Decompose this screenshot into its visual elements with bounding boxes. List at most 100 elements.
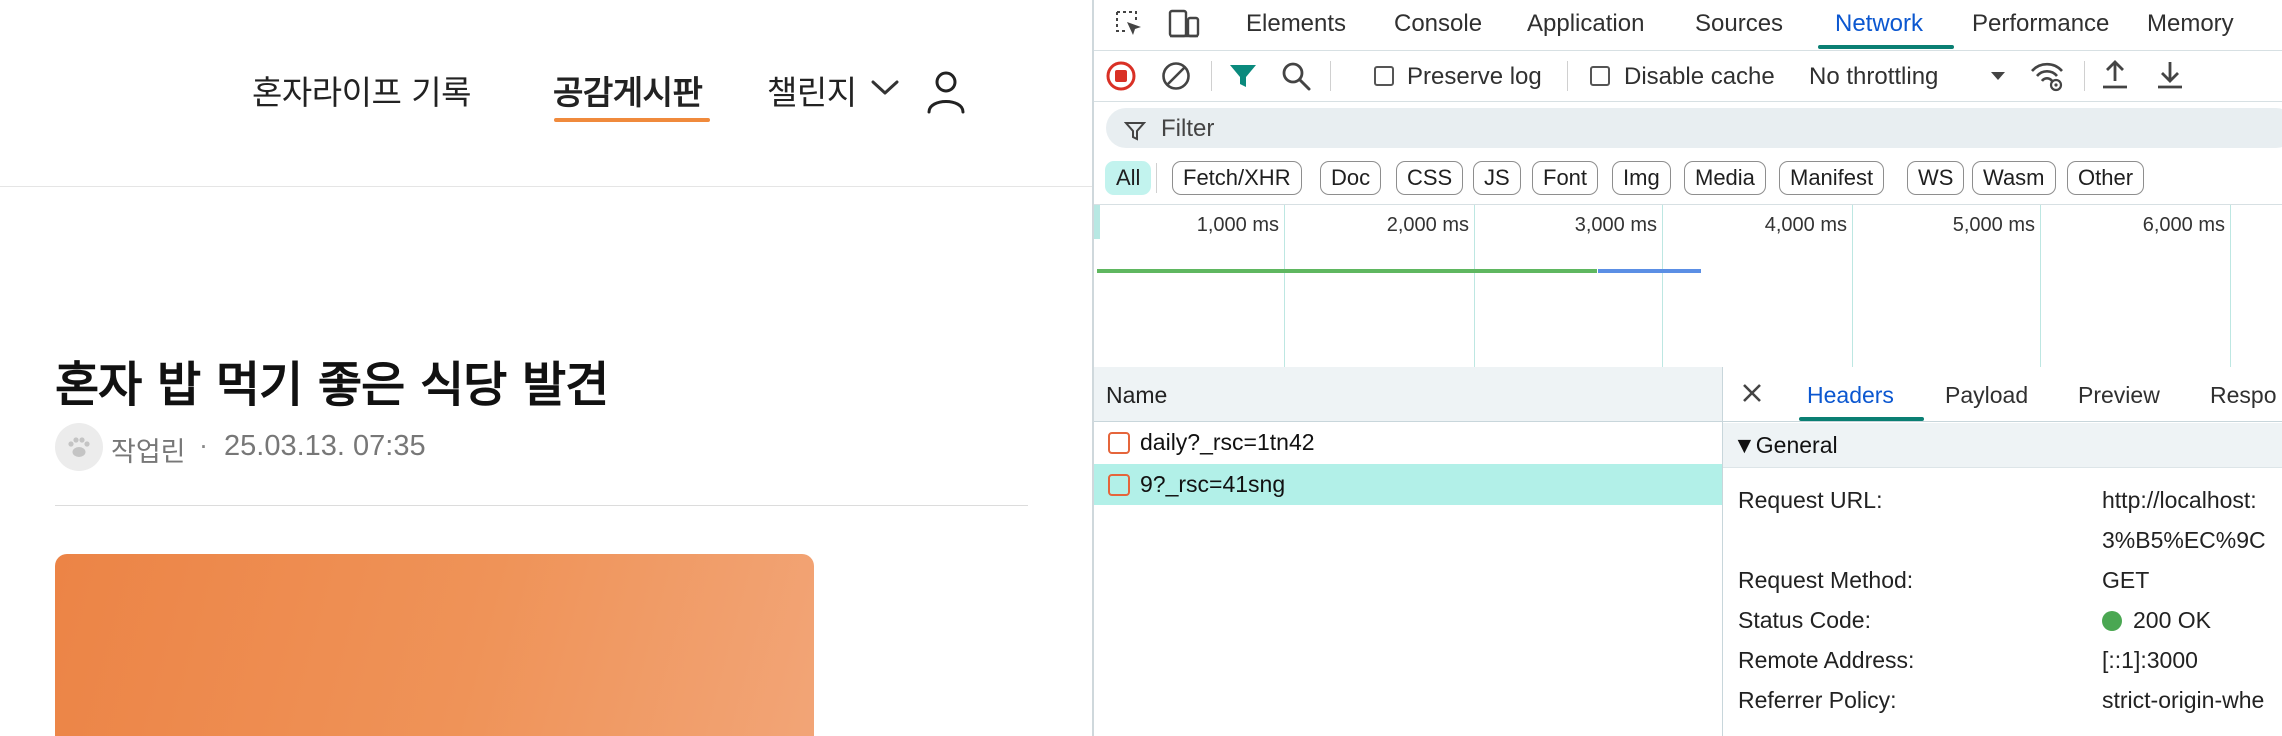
general-section-header[interactable]: ▼General	[1723, 423, 2282, 468]
document-request-icon	[1108, 432, 1130, 454]
clear-icon[interactable]	[1159, 59, 1193, 93]
throttling-select[interactable]: No throttling	[1809, 63, 1938, 91]
timeline-tick-label: 5,000 ms	[1952, 214, 2035, 236]
request-row-selected[interactable]: 9?_rsc=41sng	[1094, 464, 1722, 505]
timeline-tick-label: 4,000 ms	[1764, 214, 1847, 236]
filter-icon[interactable]	[1227, 60, 1259, 92]
timeline-waiting-bar	[1097, 269, 1597, 273]
nav-challenge-link[interactable]: 챌린지	[767, 66, 857, 114]
network-conditions-icon[interactable]	[2029, 59, 2065, 93]
remote-address-value: [::1]:3000	[2102, 647, 2198, 673]
timeline-range-handle[interactable]	[1094, 205, 1100, 239]
tab-response[interactable]: Respo	[2210, 382, 2276, 409]
request-row[interactable]: daily?_rsc=1tn42	[1094, 422, 1722, 463]
type-filter-other[interactable]: Other	[2067, 161, 2145, 195]
type-filter-js[interactable]: JS	[1473, 161, 1521, 195]
post-author: 작업린	[111, 437, 186, 468]
toolbar-separator	[1567, 61, 1568, 91]
timeline-gridline	[1852, 205, 1853, 367]
timeline-gridline	[1474, 205, 1475, 367]
timeline-tick-label: 1,000 ms	[1196, 214, 1279, 236]
type-filter-all[interactable]: All	[1105, 161, 1152, 195]
filter-funnel-icon	[1124, 122, 1146, 141]
tab-application[interactable]: Application	[1527, 10, 1644, 38]
paw-icon	[68, 437, 90, 457]
post-title: 혼자 밥 먹기 좋은 식당 발견	[55, 357, 609, 413]
details-tab-bar: Headers Payload Preview Respo	[1723, 367, 2282, 422]
status-code-label: Status Code:	[1738, 607, 1871, 633]
general-section-label: ▼General	[1733, 432, 1838, 458]
timeline-gridline	[2230, 205, 2231, 367]
tab-headers[interactable]: Headers	[1807, 382, 1894, 409]
preserve-log-label: Preserve log	[1407, 63, 1542, 90]
tab-sources[interactable]: Sources	[1695, 10, 1783, 38]
type-filter-fetch-xhr[interactable]: Fetch/XHR	[1172, 161, 1302, 195]
stop-recording-icon[interactable]	[1104, 59, 1138, 93]
request-url-label: Request URL:	[1738, 487, 1883, 513]
timeline-download-bar	[1598, 269, 1701, 273]
tab-preview[interactable]: Preview	[2078, 382, 2160, 409]
timeline-tick-label: 6,000 ms	[2142, 214, 2225, 236]
document-request-icon	[1108, 474, 1130, 496]
preserve-log-checkbox[interactable]	[1374, 66, 1394, 86]
search-icon[interactable]	[1280, 60, 1312, 92]
request-list-header[interactable]: Name	[1094, 367, 1722, 422]
request-name: 9?_rsc=41sng	[1140, 471, 1286, 497]
tab-memory[interactable]: Memory	[2147, 10, 2234, 38]
author-avatar	[55, 423, 103, 471]
disable-cache-checkbox[interactable]	[1590, 66, 1610, 86]
tab-elements[interactable]: Elements	[1246, 10, 1346, 38]
network-overview-timeline[interactable]: 1,000 ms 2,000 ms 3,000 ms 4,000 ms 5,00…	[1094, 204, 2282, 368]
details-active-tab-underline	[1799, 417, 1924, 421]
global-navigation: 혼자라이프 기록 공감게시판 챌린지	[0, 0, 1092, 187]
nav-record-link[interactable]: 혼자라이프 기록	[252, 66, 472, 114]
dropdown-caret-icon[interactable]	[1989, 69, 2007, 83]
type-filter-doc[interactable]: Doc	[1320, 161, 1382, 195]
name-column-header[interactable]: Name	[1106, 382, 1167, 409]
close-icon[interactable]	[1739, 380, 1765, 406]
tab-performance[interactable]: Performance	[1972, 10, 2109, 38]
nav-board-link[interactable]: 공감게시판	[553, 66, 703, 114]
type-filter-ws[interactable]: WS	[1907, 161, 1965, 195]
network-toolbar: Preserve log Disable cache No throttling	[1094, 51, 2282, 102]
post-divider	[55, 505, 1028, 506]
type-filter-wasm[interactable]: Wasm	[1972, 161, 2056, 195]
download-icon[interactable]	[2154, 58, 2186, 92]
chip-separator	[1156, 163, 1157, 193]
type-filter-css[interactable]: CSS	[1396, 161, 1464, 195]
type-filter-media[interactable]: Media	[1684, 161, 1766, 195]
toolbar-separator	[2084, 61, 2085, 91]
timeline-gridline	[1284, 205, 1285, 367]
timeline-gridline	[2040, 205, 2041, 367]
request-name: daily?_rsc=1tn42	[1140, 429, 1315, 455]
tab-payload[interactable]: Payload	[1945, 382, 2028, 409]
meta-separator: ·	[199, 430, 208, 460]
chevron-down-icon[interactable]	[870, 76, 900, 100]
upload-icon[interactable]	[2099, 58, 2131, 92]
post-hero-image	[55, 554, 814, 736]
request-method-value: GET	[2102, 567, 2150, 593]
type-filter-font[interactable]: Font	[1532, 161, 1599, 195]
status-success-dot-icon	[2102, 611, 2122, 631]
request-method-label: Request Method:	[1738, 567, 1914, 593]
active-tab-underline	[1818, 45, 1954, 49]
request-url-value-continued[interactable]: 3%B5%EC%9C	[2102, 527, 2266, 554]
user-profile-icon[interactable]	[926, 70, 966, 114]
inspect-element-icon[interactable]	[1114, 9, 1144, 39]
status-code-value: 200 OK	[2133, 607, 2211, 633]
type-filter-manifest[interactable]: Manifest	[1779, 161, 1885, 195]
tab-console[interactable]: Console	[1394, 10, 1482, 38]
website-viewport: 혼자라이프 기록 공감게시판 챌린지 혼자 밥 먹기 좋은 식당 발견 작업린 …	[0, 0, 1092, 736]
timeline-tick-label: 3,000 ms	[1574, 214, 1657, 236]
device-toolbar-icon[interactable]	[1167, 8, 1201, 40]
referrer-policy-label: Referrer Policy:	[1738, 687, 1897, 713]
disable-cache-label: Disable cache	[1624, 63, 1775, 90]
filter-input[interactable]	[1106, 108, 2282, 148]
tab-network[interactable]: Network	[1835, 10, 1923, 38]
referrer-policy-value: strict-origin-whe	[2102, 687, 2265, 713]
request-url-value[interactable]: http://localhost:	[2102, 487, 2257, 514]
toolbar-separator	[1330, 61, 1331, 91]
toolbar-separator	[1211, 61, 1212, 91]
timeline-tick-label: 2,000 ms	[1386, 214, 1469, 236]
type-filter-img[interactable]: Img	[1612, 161, 1671, 195]
